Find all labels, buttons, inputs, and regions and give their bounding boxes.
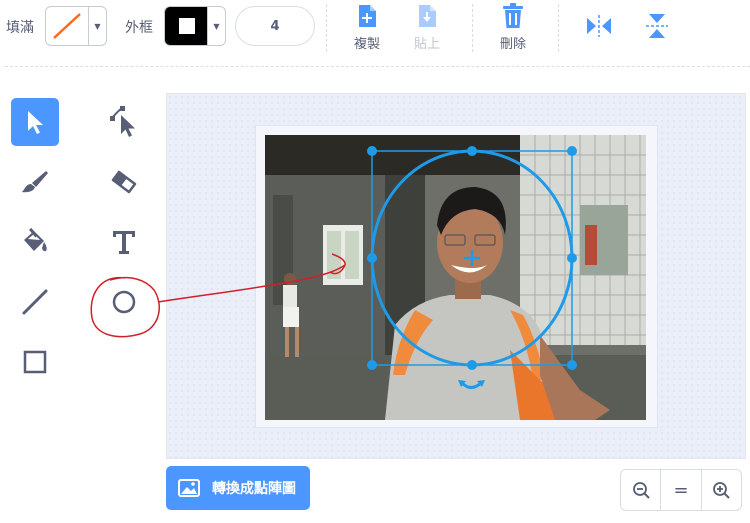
select-arrow-icon: [28, 111, 43, 134]
convert-to-bitmap-button[interactable]: 轉換成點陣圖: [166, 466, 310, 510]
chevron-down-icon: ▼: [88, 7, 106, 45]
fill-bucket-icon: [24, 228, 47, 252]
circle-icon: [112, 290, 136, 314]
copy-icon: [354, 2, 380, 30]
zoom-out-icon: [632, 482, 650, 499]
zoom-reset-button[interactable]: =: [661, 470, 702, 510]
paint-toolbar: 填滿 ▼ 外框 ▼ 4 複製 貼上 刪除: [0, 0, 750, 66]
toolbar-divider: [472, 4, 473, 52]
reshape-icon: [110, 106, 135, 137]
eraser-icon: [111, 170, 137, 194]
outline-swatch: [165, 7, 207, 45]
convert-to-bitmap-label: 轉換成點陣圖: [212, 481, 296, 497]
select-tool-button[interactable]: [11, 98, 59, 146]
image-icon: [178, 479, 200, 497]
copy-label: 複製: [353, 37, 380, 52]
paste-button[interactable]: 貼上: [402, 2, 452, 54]
circle-tool-button[interactable]: [100, 278, 148, 326]
outline-width-input[interactable]: 4: [235, 6, 315, 46]
reshape-tool-button[interactable]: [100, 98, 148, 146]
line-tool-button[interactable]: [11, 278, 59, 326]
fill-tool-button[interactable]: [11, 218, 59, 266]
paint-editor: 填滿 ▼ 外框 ▼ 4 複製 貼上 刪除 轉換成點陣圖 =: [0, 0, 750, 523]
outline-label: 外框: [125, 20, 153, 36]
costume-photo[interactable]: [265, 135, 646, 420]
chevron-down-icon: ▼: [207, 7, 225, 45]
toolbar-divider: [558, 4, 559, 52]
fill-color-icon: [53, 13, 81, 39]
brush-tool-button[interactable]: [11, 158, 59, 206]
paste-label: 貼上: [413, 37, 440, 52]
flip-vertical-icon: [644, 12, 670, 40]
text-tool-button[interactable]: [100, 218, 148, 266]
photo-image: [265, 135, 646, 420]
flip-vertical-button[interactable]: [632, 2, 682, 42]
fill-swatch: [46, 7, 88, 45]
outline-color-icon: [179, 18, 195, 34]
brush-icon: [22, 171, 48, 193]
zoom-controls: =: [620, 469, 742, 511]
zoom-out-button[interactable]: [621, 470, 662, 510]
delete-label: 刪除: [499, 37, 526, 52]
fill-color-picker[interactable]: ▼: [45, 6, 107, 46]
zoom-reset-label: =: [673, 479, 689, 501]
rectangle-tool-button[interactable]: [11, 338, 59, 386]
line-icon: [22, 289, 48, 315]
paste-icon: [414, 2, 440, 30]
text-icon: [113, 231, 135, 254]
zoom-in-icon: [713, 482, 731, 499]
toolbar-bottom-divider: [5, 66, 750, 67]
copy-button[interactable]: 複製: [342, 2, 392, 54]
zoom-in-button[interactable]: [702, 470, 741, 510]
toolbar-divider: [326, 4, 327, 52]
flip-horizontal-button[interactable]: [574, 2, 624, 42]
delete-icon: [500, 2, 526, 30]
flip-horizontal-icon: [586, 12, 612, 40]
rectangle-icon: [23, 350, 47, 374]
delete-button[interactable]: 刪除: [488, 2, 538, 54]
fill-label: 填滿: [6, 20, 34, 36]
outline-color-picker[interactable]: ▼: [164, 6, 226, 46]
eraser-tool-button[interactable]: [100, 158, 148, 206]
